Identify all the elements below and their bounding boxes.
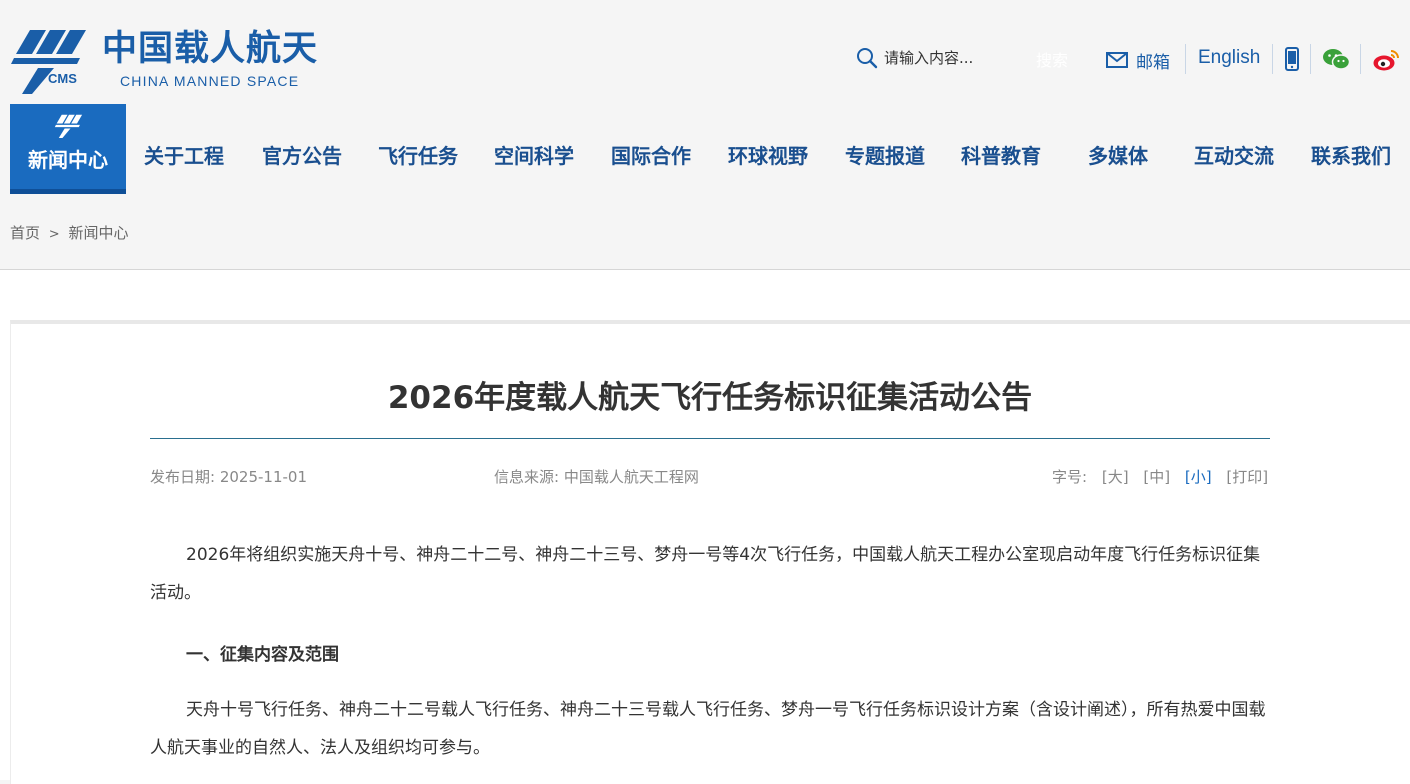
publish-date: 发布日期: 2025-11-01	[150, 468, 307, 486]
logo-title-en: CHINA MANNED SPACE	[120, 73, 300, 89]
site-logo[interactable]: CMS 中国载人航天 CHINA MANNED SPACE	[10, 28, 320, 96]
print-button[interactable]: [打印]	[1226, 468, 1268, 486]
font-size-controls: 字号: [大] [中] [小] [打印]	[1052, 466, 1268, 487]
article-paragraph: 2026年将组织实施天舟十号、神舟二十二号、神舟二十三号、梦舟一号等4次飞行任务…	[150, 536, 1272, 612]
nav-item-label: 新闻中心	[28, 148, 108, 172]
article-source: 信息来源: 中国载人航天工程网	[494, 468, 699, 486]
nav-item-international[interactable]: 国际合作	[611, 140, 691, 169]
nav-item-multimedia[interactable]: 多媒体	[1088, 140, 1148, 169]
nav-item-special-reports[interactable]: 专题报道	[845, 140, 925, 169]
breadcrumb-current[interactable]: 新闻中心	[68, 224, 128, 242]
weibo-icon[interactable]	[1372, 48, 1400, 72]
breadcrumb-home[interactable]: 首页	[10, 224, 40, 242]
title-divider	[150, 438, 1270, 439]
search-icon[interactable]	[856, 47, 878, 69]
nav-active-indicator	[10, 189, 126, 194]
section-heading: 一、征集内容及范围	[186, 645, 339, 665]
mail-icon[interactable]	[1106, 52, 1128, 68]
nav-item-science-education[interactable]: 科普教育	[961, 140, 1041, 169]
logo-abbr: CMS	[48, 71, 77, 86]
mail-link[interactable]: 邮箱	[1136, 48, 1170, 73]
breadcrumb-separator: >	[48, 227, 60, 242]
nav-item-space-science[interactable]: 空间科学	[494, 140, 574, 169]
nav-item-contact[interactable]: 联系我们	[1311, 140, 1391, 169]
header-divider	[1272, 44, 1273, 74]
nav-item-announcements[interactable]: 官方公告	[262, 140, 342, 169]
nav-item-about[interactable]: 关于工程	[144, 140, 224, 169]
nav-item-global-view[interactable]: 环球视野	[728, 140, 808, 169]
font-size-label: 字号:	[1052, 468, 1088, 486]
header-divider	[1310, 44, 1311, 74]
mobile-phone-icon[interactable]	[1284, 47, 1300, 71]
font-size-small-button[interactable]: [小]	[1185, 468, 1212, 486]
header-divider	[1185, 44, 1186, 74]
article-paragraph: 天舟十号飞行任务、神舟二十二号载人飞行任务、神舟二十三号载人飞行任务、梦舟一号飞…	[150, 691, 1272, 767]
search-input[interactable]	[884, 44, 1014, 72]
font-size-medium-button[interactable]: [中]	[1143, 468, 1170, 486]
nav-item-interaction[interactable]: 互动交流	[1194, 140, 1274, 169]
wechat-icon[interactable]	[1322, 48, 1350, 70]
header-divider	[1360, 44, 1361, 74]
article-title: 2026年度载人航天飞行任务标识征集活动公告	[387, 380, 1033, 416]
paragraph-text: 2026年将组织实施天舟十号、神舟二十二号、神舟二十三号、梦舟一号等4次飞行任务…	[150, 545, 1261, 603]
nav-item-flight-missions[interactable]: 飞行任务	[378, 140, 458, 169]
cms-logo-icon	[54, 114, 83, 138]
paragraph-text: 天舟十号飞行任务、神舟二十二号载人飞行任务、神舟二十三号载人飞行任务、梦舟一号飞…	[150, 700, 1266, 758]
breadcrumb: 首页 > 新闻中心	[10, 222, 129, 243]
nav-item-news-center[interactable]: 新闻中心	[10, 104, 126, 194]
english-link[interactable]: English	[1198, 47, 1260, 69]
logo-title-cn: 中国载人航天	[102, 29, 319, 69]
search-button[interactable]: 搜索	[1030, 46, 1074, 72]
font-size-large-button[interactable]: [大]	[1102, 468, 1129, 486]
